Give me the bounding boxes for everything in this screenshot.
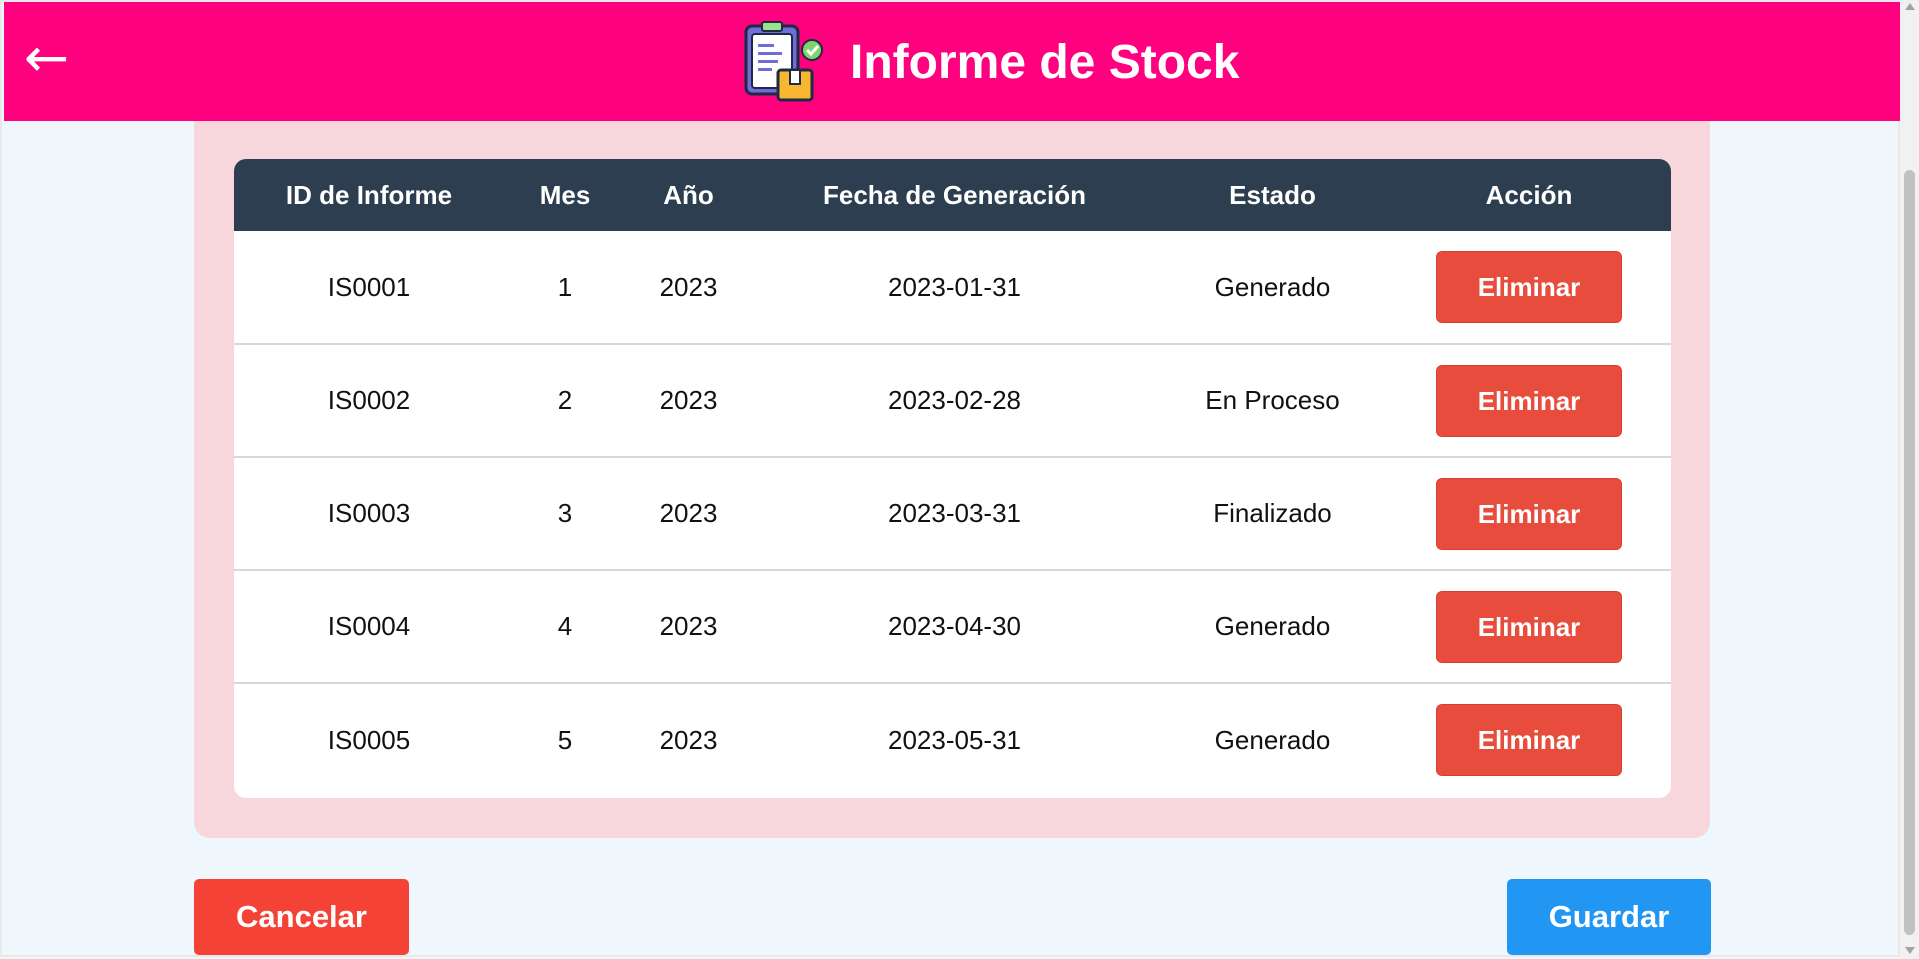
cell-mes: 2	[557, 385, 573, 415]
cell-mes: 5	[557, 724, 573, 755]
cancel-button[interactable]: Cancelar	[194, 879, 409, 955]
table-row: IS0005 5 2023 2023-05-31 Generado Elimin…	[234, 683, 1671, 796]
cell-id: IS0004	[327, 611, 411, 641]
scroll-down-arrow-icon[interactable]	[1905, 947, 1915, 954]
cell-anio: 2023	[659, 385, 718, 415]
cell-anio: 2023	[659, 271, 718, 302]
report-panel: ID de Informe Mes Año Fecha de Generació…	[194, 110, 1710, 838]
column-header-anio: Año	[663, 179, 714, 210]
delete-button[interactable]: Eliminar	[1436, 590, 1622, 663]
cell-estado: En Proceso	[1205, 385, 1340, 415]
report-table: ID de Informe Mes Año Fecha de Generació…	[234, 159, 1671, 796]
cell-fecha: 2023-01-31	[888, 271, 1021, 302]
table-row: IS0001 1 2023 2023-01-31 Generado Elimin…	[234, 231, 1671, 344]
cell-fecha: 2023-04-30	[888, 611, 1021, 641]
cell-anio: 2023	[659, 724, 718, 755]
cell-estado: Finalizado	[1213, 498, 1332, 528]
cell-anio: 2023	[659, 498, 718, 528]
cell-estado: Generado	[1214, 724, 1331, 755]
column-header-estado: Estado	[1229, 179, 1316, 210]
scroll-thumb[interactable]	[1904, 170, 1915, 935]
column-header-accion: Acción	[1485, 179, 1573, 210]
cell-accion: Eliminar	[1387, 570, 1671, 683]
table-row: IS0002 2 2023 2023-02-28 En Proceso Elim…	[234, 344, 1671, 457]
cell-mes: 4	[557, 611, 573, 641]
cell-id: IS0002	[327, 385, 411, 415]
report-table-card: ID de Informe Mes Año Fecha de Generació…	[234, 159, 1671, 798]
delete-button[interactable]: Eliminar	[1436, 704, 1622, 776]
cell-accion: Eliminar	[1387, 683, 1671, 796]
vertical-scrollbar[interactable]	[1900, 0, 1919, 959]
cell-estado: Generado	[1214, 611, 1331, 641]
table-row: IS0003 3 2023 2023-03-31 Finalizado Elim…	[234, 457, 1671, 570]
cell-id: IS0005	[327, 724, 411, 755]
cell-accion: Eliminar	[1387, 457, 1671, 570]
column-header-fecha: Fecha de Generación	[823, 179, 1086, 210]
app-header: ← Informe de Stock	[4, 2, 1900, 121]
delete-button[interactable]: Eliminar	[1436, 251, 1622, 323]
table-row: IS0004 4 2023 2023-04-30 Generado Elimin…	[234, 570, 1671, 683]
back-arrow-icon[interactable]: ←	[24, 30, 80, 86]
cell-anio: 2023	[659, 611, 718, 641]
table-header-row: ID de Informe Mes Año Fecha de Generació…	[234, 159, 1671, 231]
cell-accion: Eliminar	[1387, 344, 1671, 457]
cell-mes: 3	[557, 498, 573, 528]
delete-button[interactable]: Eliminar	[1436, 364, 1622, 437]
cell-id: IS0003	[327, 498, 411, 528]
clipboard-box-icon	[744, 21, 823, 102]
cell-id: IS0001	[327, 271, 411, 302]
header-title-group: Informe de Stock	[740, 20, 1239, 104]
scroll-up-arrow-icon[interactable]	[1905, 3, 1915, 10]
page-title: Informe de Stock	[850, 35, 1240, 89]
cell-mes: 1	[557, 271, 573, 302]
save-button[interactable]: Guardar	[1507, 879, 1711, 955]
cell-fecha: 2023-05-31	[888, 724, 1021, 755]
cell-fecha: 2023-03-31	[888, 498, 1021, 528]
cell-estado: Generado	[1214, 271, 1331, 302]
column-header-id: ID de Informe	[285, 179, 453, 210]
cell-fecha: 2023-02-28	[888, 385, 1021, 415]
column-header-mes: Mes	[539, 179, 591, 210]
cell-accion: Eliminar	[1387, 231, 1671, 344]
delete-button[interactable]: Eliminar	[1436, 477, 1622, 550]
